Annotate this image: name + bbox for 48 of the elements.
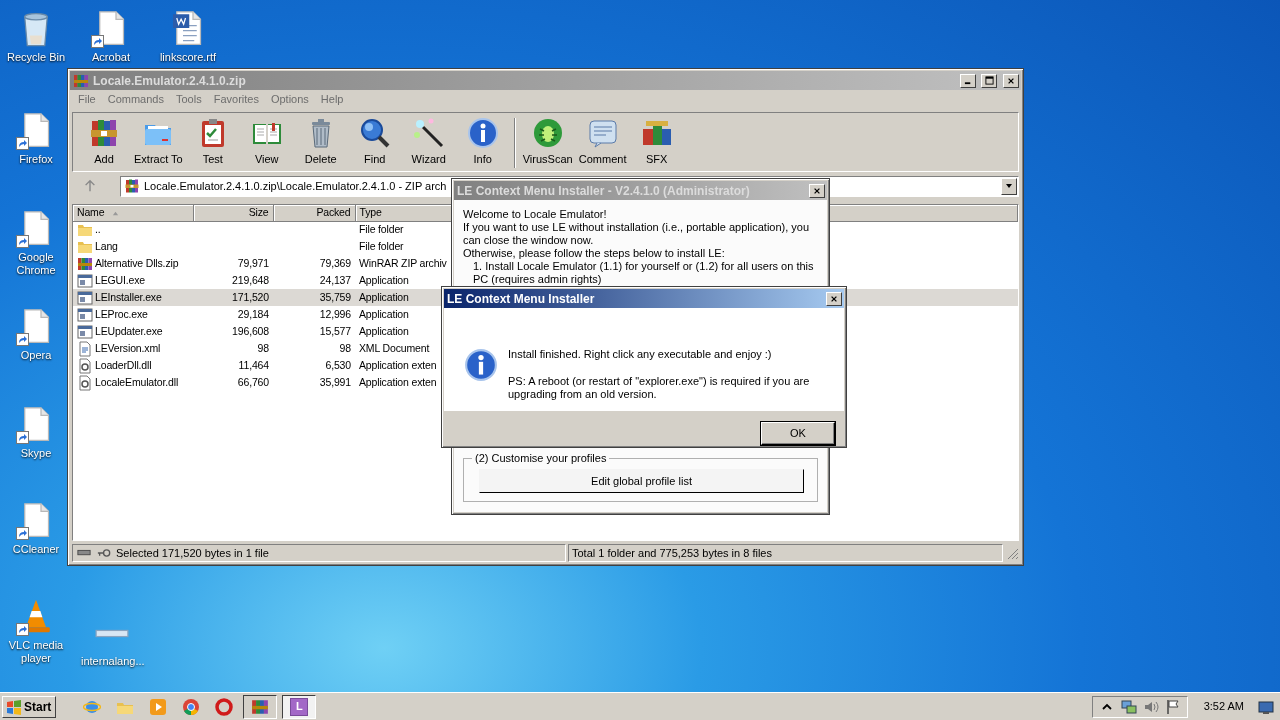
- welcome-text: Welcome to Locale Emulator!: [463, 208, 608, 221]
- table-cell-text: 79,971: [236, 255, 270, 271]
- table-cell-text: Application exten: [358, 374, 438, 390]
- intro-text: If you want to use LE without installation (i.e., portable application), you can close the window now.: [463, 221, 811, 247]
- table-cell-text: 35,991: [318, 374, 352, 390]
- file-name: LocaleEmulator.dll: [95, 374, 179, 390]
- table-cell: 171,520: [193, 289, 273, 307]
- file-name: LEGUI.exe: [95, 272, 145, 288]
- table-cell: 35,759: [273, 289, 355, 307]
- message-text: Install finished. Right click any executable and enjoy :): [508, 348, 773, 361]
- file-name: ..: [95, 222, 101, 238]
- file-name: LoaderDll.dll: [95, 357, 152, 373]
- table-cell-text: 6,530: [324, 357, 352, 373]
- table-cell: 29,184: [193, 306, 273, 324]
- table-cell-text: 66,760: [236, 374, 270, 390]
- table-cell-text: 196,608: [231, 323, 270, 339]
- file-name: LEInstaller.exe: [95, 289, 162, 305]
- file-name: LEProc.exe: [95, 306, 148, 322]
- table-cell-text: 11,464: [237, 357, 270, 373]
- table-cell-text: WinRAR ZIP archiv: [358, 255, 448, 271]
- app-glyph: L: [290, 697, 309, 716]
- table-cell-text: 98: [256, 340, 270, 356]
- group-label: (2) Customise your profiles: [472, 452, 610, 465]
- table-cell: 219,648: [193, 272, 273, 290]
- status-text: Selected 171,520 bytes in 1 file: [116, 545, 269, 561]
- file-name: Alternative Dlls.zip: [95, 255, 179, 271]
- table-cell: Application: [355, 306, 465, 324]
- table-cell-text: XML Document: [358, 340, 431, 356]
- table-cell-text: 79,369: [318, 255, 352, 271]
- clock: 3:52 AM: [1202, 699, 1245, 715]
- table-cell-text: 15,577: [318, 323, 352, 339]
- step-text: 1. Install Locale Emulator (1.1) for yourself or (1.2) for all users on this PC (requires admin rights): [472, 260, 815, 286]
- table-cell: Application: [355, 272, 465, 290]
- window-title: Locale.Emulator.2.4.1.0.zip: [93, 72, 247, 90]
- instructions-text: Otherwise, please follow the steps below to install LE:: [463, 247, 726, 260]
- table-cell: 12,996: [273, 306, 355, 324]
- status-text: Total 1 folder and 775,253 bytes in 8 files: [572, 545, 772, 561]
- window-title: LE Context Menu Installer - V2.4.1.0 (Administrator): [457, 182, 751, 200]
- table-cell-text: 98: [338, 340, 352, 356]
- table-cell-text: Application exten: [358, 357, 438, 373]
- table-cell-text: File folder: [358, 238, 405, 254]
- table-cell-text: Application: [358, 323, 410, 339]
- file-name: LEVersion.xml: [95, 340, 161, 356]
- table-cell: 24,137: [273, 272, 355, 290]
- table-cell: File folder: [355, 221, 465, 239]
- note-text: PS: A reboot (or restart of "explorer.exe") is required if you are upgrading from an old version.: [508, 375, 811, 401]
- file-name: LEUpdater.exe: [95, 323, 163, 339]
- file-name: Lang: [95, 238, 118, 254]
